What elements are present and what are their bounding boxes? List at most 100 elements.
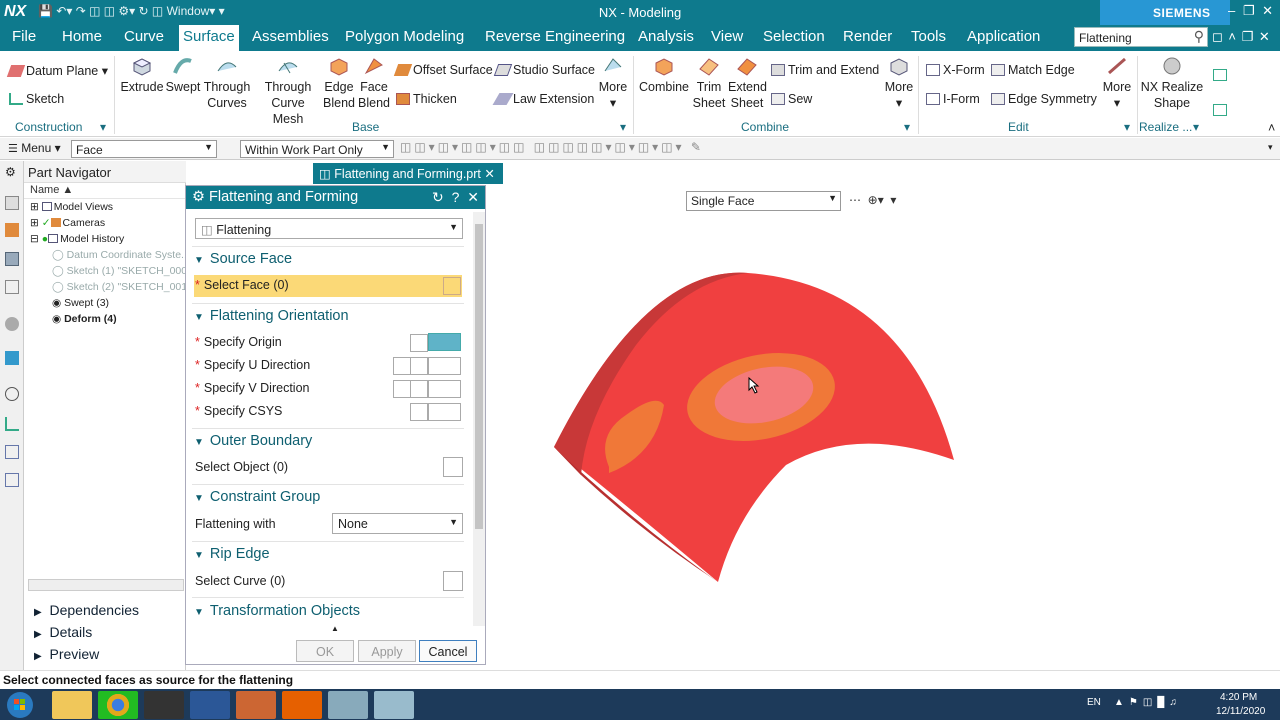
menu-analysis[interactable]: Analysis (638, 28, 694, 45)
base-group-expand[interactable]: ▾ (620, 120, 626, 134)
combine-button[interactable]: Combine (638, 55, 690, 95)
horizontal-scrollbar[interactable] (28, 579, 184, 591)
x-form-button[interactable]: X-Form (926, 63, 985, 77)
swept-button[interactable]: Swept (164, 55, 202, 95)
menu-surface[interactable]: Surface (179, 25, 239, 51)
tray-icons[interactable]: ▲⚑◫█♫ (1114, 697, 1182, 708)
flattening-surface-model[interactable] (486, 185, 1280, 669)
file-explorer-icon[interactable] (52, 691, 92, 719)
process-studio-icon[interactable] (5, 473, 19, 487)
clock-time[interactable]: 4:20 PM (1220, 692, 1257, 703)
extra-tool-2[interactable] (1213, 103, 1230, 117)
tree-item-swept[interactable]: ◉ Swept (3) (52, 297, 109, 309)
inferred-vector-icon[interactable] (428, 380, 461, 398)
menu-view[interactable]: View (711, 28, 743, 45)
type-filter-select[interactable]: Face ▼ (71, 140, 217, 158)
dialog-scrollbar[interactable] (473, 212, 485, 626)
menu-home[interactable]: Home (62, 28, 102, 45)
specify-origin-row[interactable]: * Specify Origin (195, 335, 282, 349)
snipping-tool-icon[interactable] (374, 691, 414, 719)
edit-more-button[interactable]: More ▾ (1100, 55, 1134, 111)
assembly-navigator-icon[interactable] (5, 196, 19, 210)
start-button[interactable] (3, 690, 39, 720)
tree-item-model-history[interactable]: ⊟ ● Model History (30, 233, 124, 245)
tree-item-sketch-1[interactable]: ◯ Sketch (1) "SKETCH_000" (52, 265, 191, 277)
section-constraint-group[interactable]: ▼ Constraint Group (194, 489, 320, 505)
search-icon[interactable]: ⚲ (1194, 28, 1204, 45)
tree-item-datum-csys[interactable]: ◯ Datum Coordinate Syste... (52, 249, 190, 261)
inferred-csys-icon[interactable] (428, 403, 461, 421)
sketch-button[interactable]: Sketch (9, 92, 64, 106)
construction-group-expand[interactable]: ▾ (100, 120, 106, 134)
3d-app-icon[interactable] (144, 691, 184, 719)
extrude-button[interactable]: Extrude (120, 55, 164, 95)
reverse-direction-icon[interactable] (393, 380, 411, 398)
apply-button[interactable]: Apply (358, 640, 416, 662)
trim-sheet-button[interactable]: Trim Sheet (690, 55, 728, 111)
scope-select[interactable]: Within Work Part Only ▼ (240, 140, 394, 158)
vector-dialog-icon[interactable] (410, 357, 428, 375)
ribbon-options[interactable]: ◻ ˄ ❐ ✕ (1212, 29, 1270, 45)
language-indicator[interactable]: EN (1087, 697, 1101, 708)
edge-blend-button[interactable]: Edge Blend (321, 55, 357, 111)
realize-group-expand[interactable]: ▾ (1193, 120, 1199, 134)
clock-icon[interactable] (5, 387, 19, 401)
dialog-type-select[interactable]: ◫ Flattening ▼ (195, 218, 463, 239)
face-select-icon[interactable] (443, 277, 461, 295)
snap-point-options[interactable]: ⋯ ⊕▾ ▾ (849, 193, 896, 207)
offset-surface-button[interactable]: Offset Surface (393, 63, 493, 77)
part-navigator-icon[interactable] (5, 252, 19, 266)
graphics-viewport[interactable] (486, 185, 1280, 669)
menu-render[interactable]: Render (843, 28, 892, 45)
scroll-up-icon[interactable]: ▲ (331, 624, 339, 633)
section-rip-edge[interactable]: ▼ Rip Edge (194, 546, 270, 562)
combine-more-button[interactable]: More ▾ (884, 55, 914, 111)
chrome-icon[interactable] (98, 691, 138, 719)
csys-dialog-icon[interactable] (410, 403, 428, 421)
nx-realize-shape-button[interactable]: NX Realize Shape (1140, 55, 1204, 111)
specify-u-direction-row[interactable]: * Specify U Direction (195, 358, 310, 372)
selection-tool-icons[interactable]: ◫◫▾◫▾◫◫▾◫◫ ◫◫◫◫◫▾◫▾◫▾◫▾ ✎ (400, 140, 704, 154)
sew-button[interactable]: Sew (771, 92, 812, 106)
cancel-button[interactable]: Cancel (419, 640, 477, 662)
tree-item-model-views[interactable]: ⊞ Model Views (30, 201, 113, 213)
edge-symmetry-button[interactable]: Edge Symmetry (991, 92, 1097, 106)
clock-date[interactable]: 12/11/2020 (1216, 706, 1265, 717)
panel-preview[interactable]: ▶ Preview (34, 646, 99, 662)
law-extension-button[interactable]: Law Extension (492, 92, 594, 106)
point-dialog-icon[interactable] (410, 334, 428, 352)
section-flattening-orientation[interactable]: ▼ Flattening Orientation (194, 308, 349, 324)
ok-button[interactable]: OK (296, 640, 354, 662)
i-form-button[interactable]: I-Form (926, 92, 980, 106)
word-icon[interactable] (190, 691, 230, 719)
vector-dialog-icon[interactable] (410, 380, 428, 398)
menu-reverse-engineering[interactable]: Reverse Engineering (485, 28, 625, 45)
menu-polygon-modeling[interactable]: Polygon Modeling (345, 28, 464, 45)
toolbar-overflow[interactable]: ▾ (1268, 142, 1273, 153)
panel-details[interactable]: ▶ Details (34, 624, 92, 640)
command-finder-input[interactable]: Flattening ⚲ (1074, 27, 1208, 47)
menu-curve[interactable]: Curve (124, 28, 164, 45)
face-blend-button[interactable]: Face Blend (357, 55, 391, 111)
extra-tool-1[interactable] (1213, 68, 1230, 82)
column-header-name[interactable]: Name ▲ (24, 183, 186, 199)
tree-item-deform[interactable]: ◉ Deform (4) (52, 313, 117, 325)
tree-item-sketch-2[interactable]: ◯ Sketch (2) "SKETCH_001" (52, 281, 191, 293)
menu-tools[interactable]: Tools (911, 28, 946, 45)
panel-dependencies[interactable]: ▶ Dependencies (34, 602, 139, 618)
section-outer-boundary[interactable]: ▼ Outer Boundary (194, 433, 312, 449)
boundary-select-icon[interactable] (443, 457, 463, 477)
curve-select-icon[interactable] (443, 571, 463, 591)
tab-part-file[interactable]: ◫ Flattening and Forming.prt ✕ (313, 163, 503, 184)
inferred-vector-icon[interactable] (428, 357, 461, 375)
dialog-header-buttons[interactable]: ↻ ? ✕ (432, 189, 479, 206)
base-more-button[interactable]: More ▾ (596, 55, 630, 111)
datum-plane-button[interactable]: Datum Plane ▾ (6, 63, 108, 78)
edit-group-expand[interactable]: ▾ (1124, 120, 1130, 134)
menu-selection[interactable]: Selection (763, 28, 825, 45)
specify-csys-row[interactable]: * Specify CSYS (195, 404, 282, 418)
paint-icon[interactable] (328, 691, 368, 719)
settings-icon[interactable]: ⚙ (5, 165, 19, 179)
inferred-point-icon[interactable] (428, 333, 461, 351)
combine-group-expand[interactable]: ▾ (904, 120, 910, 134)
